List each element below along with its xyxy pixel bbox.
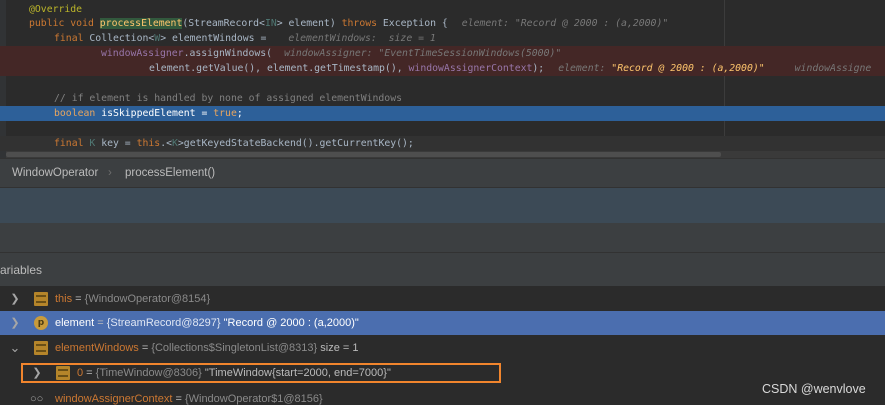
breadcrumb: WindowOperator › processElement(): [0, 158, 885, 188]
method-name-processElement: processElement: [99, 18, 183, 29]
breadcrumb-separator: ›: [108, 167, 112, 179]
expand-chevron-icon[interactable]: ❯: [8, 311, 22, 335]
scrollbar-thumb[interactable]: [6, 152, 721, 157]
variable-row-elementWindows[interactable]: ⌄ elementWindows = {Collections$Singleto…: [0, 336, 885, 360]
code-line-10[interactable]: final K key = this.<K>getKeyedStateBacke…: [0, 136, 885, 151]
variable-value: size = 1: [317, 342, 359, 354]
variable-name: element: [55, 317, 95, 329]
code-comment: // if element is handled by none of assi…: [54, 93, 402, 104]
variable-row-this[interactable]: ❯ this = {WindowOperator@8154}: [0, 287, 885, 311]
variable-row-windowAssignerContext[interactable]: ○○ windowAssignerContext = {WindowOperat…: [0, 387, 885, 405]
breadcrumb-class[interactable]: WindowOperator: [12, 167, 98, 179]
horizontal-scrollbar[interactable]: [6, 151, 885, 158]
code-line-5[interactable]: element.getValue(), element.getTimestamp…: [0, 61, 885, 76]
code-line-7[interactable]: // if element is handled by none of assi…: [0, 91, 885, 106]
variables-title: ariables: [0, 263, 43, 277]
breadcrumb-method[interactable]: processElement(): [125, 167, 215, 179]
watermark: CSDN @wenvlove: [762, 382, 866, 396]
variable-ref: {StreamRecord@8297}: [106, 317, 221, 329]
variable-value: "Record @ 2000 : (a,2000)": [220, 317, 359, 329]
code-line-1[interactable]: @Override: [0, 2, 885, 17]
variable-row-element[interactable]: ❯ p element = {StreamRecord@8297} "Recor…: [0, 311, 885, 335]
field-icon: [34, 341, 48, 355]
field-icon: [34, 292, 48, 306]
variable-ref: {Collections$SingletonList@8313}: [151, 342, 318, 354]
inline-debug-hint: element:: [461, 18, 515, 29]
inline-debug-hint: windowAssigner: "EventTimeSessionWindows…: [284, 48, 562, 59]
inline-debug-hint: element:: [558, 63, 612, 74]
variables-panel-header: ariables: [0, 253, 885, 286]
code-line-3[interactable]: final Collection<W> elementWindows = elem…: [0, 31, 885, 46]
code-line-2[interactable]: public void processElement(StreamRecord<…: [0, 16, 885, 31]
debugger-frames-strip[interactable]: [0, 188, 885, 223]
watch-glasses-icon: ○○: [30, 393, 44, 405]
inline-debug-hint: elementWindows: size = 1: [288, 33, 436, 44]
variable-ref: {WindowOperator@8154}: [84, 293, 211, 305]
variable-name: windowAssignerContext: [55, 393, 173, 405]
execution-point-line[interactable]: boolean isSkippedElement = true;: [0, 106, 885, 121]
expand-chevron-icon[interactable]: ❯: [8, 287, 22, 311]
code-editor[interactable]: @Override public void processElement(Str…: [0, 0, 885, 158]
variable-ref: {WindowOperator$1@8156}: [184, 393, 323, 405]
parameter-icon: p: [34, 316, 48, 330]
highlight-annotation-box: [21, 363, 501, 383]
debugger-toolbar: [0, 223, 885, 253]
collapse-chevron-icon[interactable]: ⌄: [8, 336, 22, 360]
code-line-4[interactable]: windowAssigner.assignWindows(windowAssig…: [0, 46, 885, 61]
variable-name: elementWindows: [55, 342, 139, 354]
variable-name: this: [55, 293, 73, 305]
override-annotation: @Override: [29, 4, 83, 15]
